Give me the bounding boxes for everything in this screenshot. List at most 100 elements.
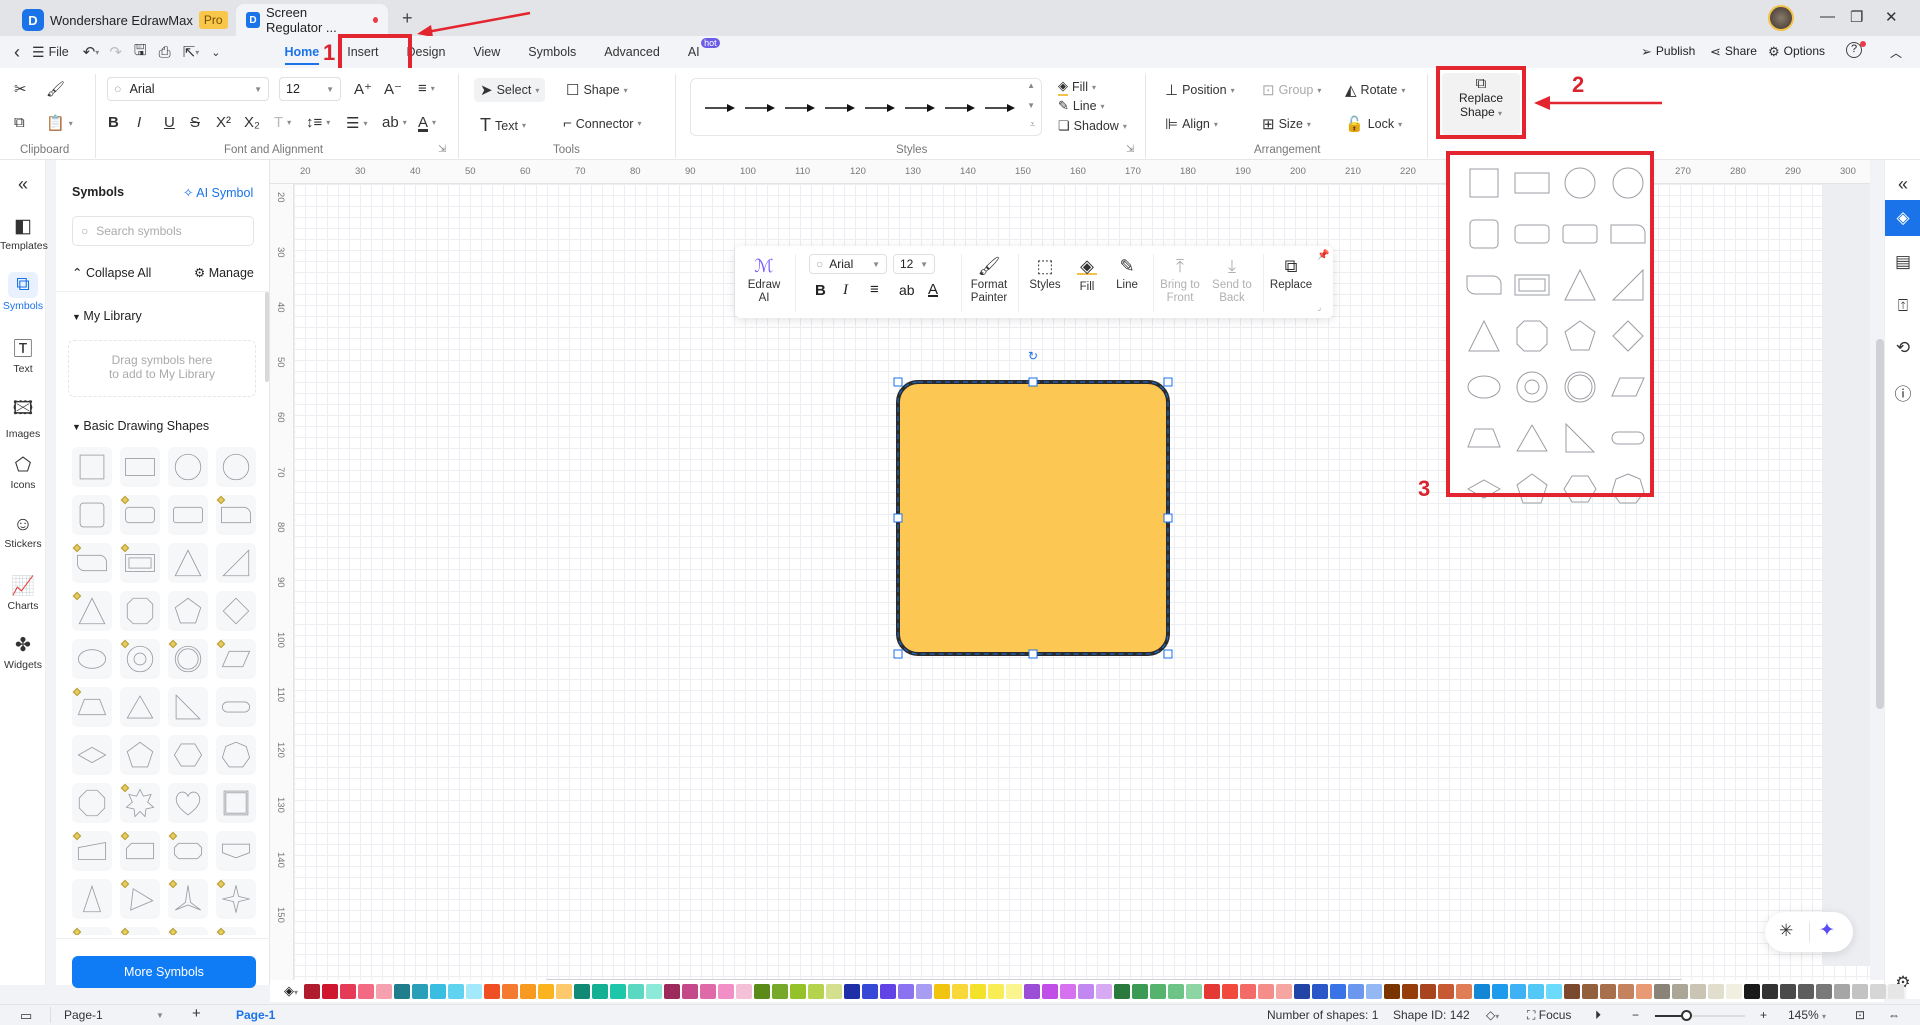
color-swatch[interactable]: [538, 983, 555, 999]
shape-ptri[interactable]: [120, 879, 160, 919]
tab-view[interactable]: View: [459, 36, 514, 68]
color-swatch[interactable]: [862, 983, 879, 999]
color-swatch[interactable]: [1816, 983, 1833, 999]
color-swatch[interactable]: [1834, 983, 1851, 999]
color-swatch[interactable]: [1042, 983, 1059, 999]
subscript-button[interactable]: X₂: [244, 114, 260, 131]
shape-rightt[interactable]: [168, 687, 208, 727]
my-library-header[interactable]: ▼ My Library: [72, 309, 142, 323]
color-swatch[interactable]: [574, 983, 591, 999]
font-size-select[interactable]: 12 ▼: [279, 77, 341, 101]
zoom-level-select[interactable]: 145% ▾: [1788, 1008, 1826, 1022]
shape-pent[interactable]: [168, 591, 208, 631]
increase-font-button[interactable]: A⁺: [354, 80, 372, 98]
shape-star5[interactable]: [168, 927, 208, 935]
color-swatch[interactable]: [700, 983, 717, 999]
color-swatch[interactable]: [484, 983, 501, 999]
line-spacing-button[interactable]: ↕≡ ▾: [306, 114, 330, 131]
help-panel-button[interactable]: ⓘ: [1885, 374, 1920, 410]
color-swatch[interactable]: [1474, 983, 1491, 999]
shape-hex[interactable]: [168, 735, 208, 775]
color-swatch[interactable]: [1798, 983, 1815, 999]
search-symbols-input[interactable]: ○ Search symbols: [72, 216, 254, 246]
connector-tool-button[interactable]: ⌐ Connector ▾: [563, 115, 641, 132]
shape-tabl[interactable]: [72, 543, 112, 583]
cut-button[interactable]: ✂: [14, 80, 27, 98]
minimize-button[interactable]: —: [1820, 8, 1835, 25]
shape-frame[interactable]: [120, 543, 160, 583]
send-to-back-button[interactable]: ⤓ Send to Back: [1207, 257, 1257, 305]
color-swatch[interactable]: [880, 983, 897, 999]
style-panel-button[interactable]: ◈: [1885, 200, 1920, 236]
shape-dcirc[interactable]: [168, 639, 208, 679]
more-symbols-button[interactable]: More Symbols: [72, 956, 256, 988]
edraw-ai-button[interactable]: ℳ Edraw AI: [741, 257, 787, 305]
rail-item-charts[interactable]: 📈 Charts: [0, 574, 46, 612]
shape-oct[interactable]: [120, 591, 160, 631]
sparkle-wand-icon[interactable]: ✳: [1779, 921, 1793, 941]
text-align-button[interactable]: ≡ ▾: [418, 80, 435, 97]
rail-item-widgets[interactable]: ✤ Widgets: [0, 634, 46, 671]
shape-rrect[interactable]: [120, 495, 160, 535]
color-swatch[interactable]: [1852, 983, 1869, 999]
basic-shapes-header[interactable]: ▼ Basic Drawing Shapes: [72, 419, 209, 433]
color-swatch[interactable]: [718, 983, 735, 999]
color-swatch[interactable]: [1726, 983, 1743, 999]
color-swatch[interactable]: [1096, 983, 1113, 999]
restore-button[interactable]: ❐: [1850, 8, 1863, 26]
resize-handle[interactable]: [1028, 377, 1038, 387]
rail-item-symbols[interactable]: ⧉ Symbols: [0, 272, 46, 312]
publish-button[interactable]: ➢ Publish: [1641, 44, 1695, 60]
color-swatch[interactable]: [628, 983, 645, 999]
font-family-select[interactable]: ○ Arial ▼: [107, 77, 269, 101]
shape-diamond[interactable]: [216, 591, 256, 631]
shape-rect[interactable]: [120, 447, 160, 487]
shadow-button[interactable]: ❏ Shadow ▾: [1058, 118, 1127, 134]
gallery-expand-arrow[interactable]: ⩡: [1030, 119, 1035, 130]
float-fill-button[interactable]: ◈ Fill: [1069, 257, 1105, 294]
page-tab-active[interactable]: Page-1: [236, 1008, 275, 1022]
rotate-handle-icon[interactable]: ↻: [1028, 350, 1038, 363]
text-tool-button[interactable]: T Text ▾: [480, 115, 526, 136]
fit-page-button[interactable]: ⊡: [1855, 1008, 1865, 1022]
color-swatch[interactable]: [304, 983, 321, 999]
float-font-select[interactable]: ○ Arial ▼: [809, 254, 887, 274]
app-tab[interactable]: D Wondershare EdrawMax Pro: [12, 4, 238, 36]
color-swatch[interactable]: [808, 983, 825, 999]
line-style-gallery[interactable]: ▲ ▼ ⩡: [690, 78, 1042, 136]
color-swatch[interactable]: [556, 983, 573, 999]
shape-pent[interactable]: [120, 735, 160, 775]
format-brush-button[interactable]: 🖌: [46, 80, 65, 98]
color-swatch[interactable]: [1888, 983, 1905, 999]
strikethrough-button[interactable]: S: [190, 114, 200, 131]
resize-handle[interactable]: [1163, 649, 1173, 659]
shape-snip2[interactable]: [168, 831, 208, 871]
presentation-button[interactable]: ⍐: [1885, 288, 1920, 324]
collapse-ribbon-button[interactable]: ︿: [1890, 44, 1902, 61]
panel-scrollbar[interactable]: [265, 292, 269, 382]
position-button[interactable]: ⊥ Position ▾: [1165, 81, 1235, 99]
group-button[interactable]: ⊡ Group ▾: [1262, 81, 1321, 99]
undo-button[interactable]: ↶ ▾: [79, 36, 104, 68]
color-swatch[interactable]: [1276, 983, 1293, 999]
color-swatch[interactable]: [1204, 983, 1221, 999]
size-button[interactable]: ⊞ Size ▾: [1262, 115, 1311, 133]
shape-star7[interactable]: [120, 783, 160, 823]
rail-item-images[interactable]: 🖾 Images: [0, 394, 46, 440]
page-selector[interactable]: Page-1 ▼: [64, 1008, 164, 1022]
color-swatch[interactable]: [1222, 983, 1239, 999]
underline-button[interactable]: U: [164, 114, 175, 131]
ai-sparkle-icon[interactable]: ✦: [1819, 919, 1835, 942]
color-swatch[interactable]: [1492, 983, 1509, 999]
color-swatch[interactable]: [1690, 983, 1707, 999]
zoom-out-button[interactable]: −: [1632, 1008, 1639, 1022]
layers-button[interactable]: ◇▾: [1486, 1008, 1499, 1022]
color-swatch[interactable]: [394, 983, 411, 999]
lock-button[interactable]: 🔓 Lock ▾: [1345, 115, 1402, 133]
color-swatch[interactable]: [502, 983, 519, 999]
file-menu[interactable]: ☰ File: [26, 36, 79, 68]
shape-tri[interactable]: [168, 543, 208, 583]
my-library-dropzone[interactable]: Drag symbols here to add to My Library: [68, 340, 256, 397]
color-swatch[interactable]: [1546, 983, 1563, 999]
color-swatch[interactable]: [376, 983, 393, 999]
